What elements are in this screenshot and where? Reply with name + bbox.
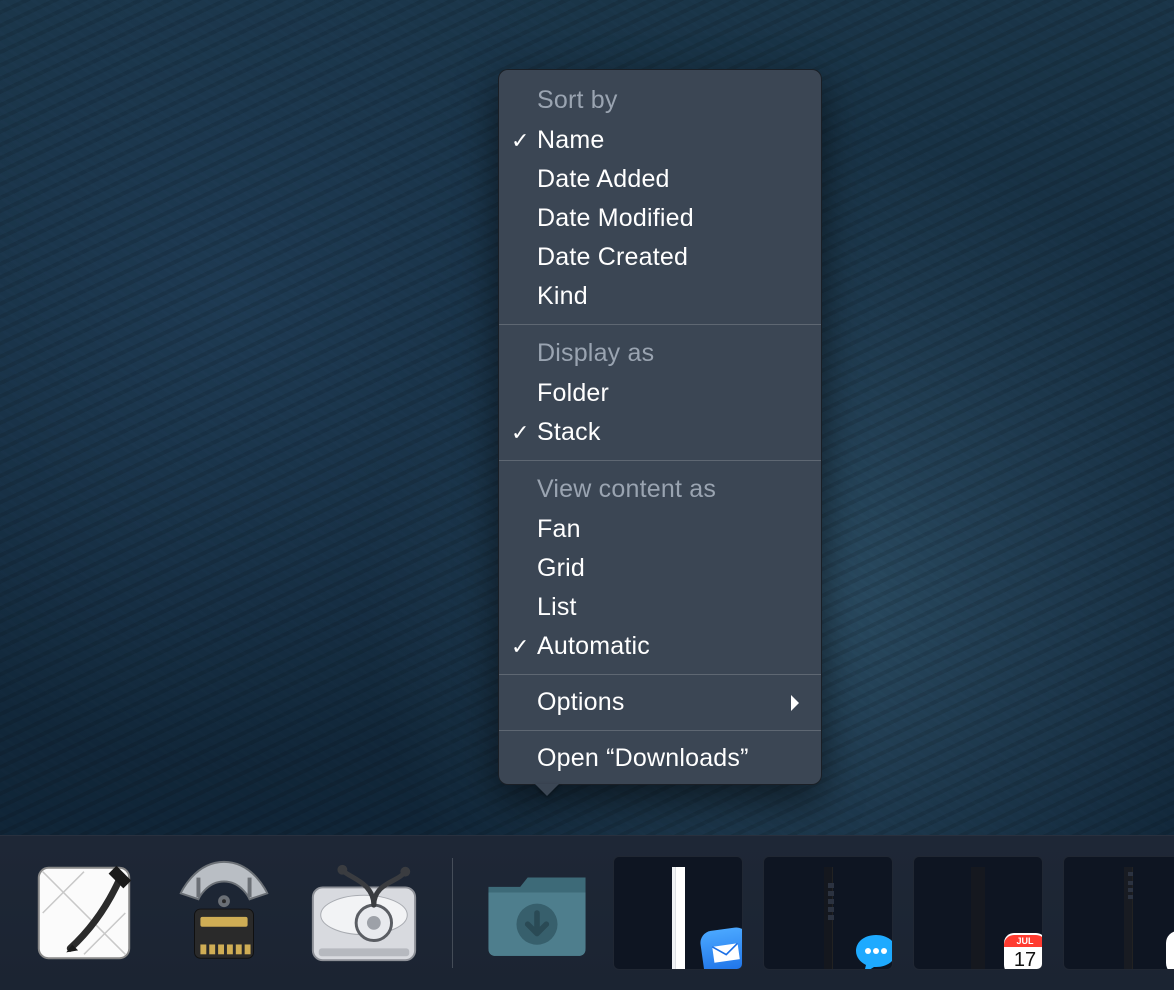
menu-item-view-automatic[interactable]: ✓ Automatic bbox=[499, 627, 821, 666]
menu-item-label: Automatic bbox=[537, 632, 650, 660]
checkmark-icon: ✓ bbox=[511, 420, 530, 446]
menu-header-view-content-as: View content as bbox=[499, 469, 821, 510]
menu-item-label: Open “Downloads” bbox=[537, 744, 749, 772]
messages-app-badge-icon bbox=[852, 929, 893, 970]
menu-separator bbox=[499, 674, 821, 675]
menu-item-label: Grid bbox=[537, 554, 585, 582]
menu-header-sort-by: Sort by bbox=[499, 80, 821, 121]
checkmark-icon: ✓ bbox=[511, 128, 530, 154]
dock-minimized-window-slack[interactable] bbox=[1063, 856, 1174, 970]
menu-item-label: Stack bbox=[537, 418, 601, 446]
menu-item-view-fan[interactable]: Fan bbox=[499, 510, 821, 549]
dock-downloads-folder[interactable] bbox=[481, 865, 593, 961]
window-body bbox=[971, 867, 985, 969]
dock-folder-context-menu: Sort by ✓ Name Date Added Date Modified … bbox=[498, 69, 822, 785]
menu-item-label: Kind bbox=[537, 282, 588, 310]
menu-header-display-as: Display as bbox=[499, 333, 821, 374]
menu-separator bbox=[499, 324, 821, 325]
menu-item-view-grid[interactable]: Grid bbox=[499, 549, 821, 588]
dock-minimized-window-messages[interactable] bbox=[763, 856, 893, 970]
slack-app-badge-icon bbox=[1166, 931, 1174, 970]
menu-item-label: List bbox=[537, 593, 577, 621]
window-body bbox=[672, 867, 685, 969]
menu-separator bbox=[499, 730, 821, 731]
menu-item-open-downloads[interactable]: Open “Downloads” bbox=[499, 739, 821, 778]
window-body bbox=[1124, 867, 1133, 969]
mail-app-badge-icon bbox=[699, 926, 743, 970]
dock: JUL 17 bbox=[0, 835, 1174, 990]
menu-item-sort-date-added[interactable]: Date Added bbox=[499, 160, 821, 199]
menu-item-label: Options bbox=[537, 688, 625, 716]
checkmark-icon: ✓ bbox=[511, 634, 530, 660]
dock-divider bbox=[452, 858, 453, 968]
menu-item-label: Date Modified bbox=[537, 204, 694, 232]
menu-item-sort-name[interactable]: ✓ Name bbox=[499, 121, 821, 160]
system-information-icon bbox=[165, 854, 283, 972]
dock-minimized-window-mail[interactable] bbox=[613, 856, 743, 970]
calendar-badge-day: 17 bbox=[1014, 947, 1036, 970]
calendar-app-badge-icon: JUL 17 bbox=[1004, 933, 1043, 970]
menu-item-label: Date Created bbox=[537, 243, 688, 271]
downloads-folder-icon bbox=[481, 865, 593, 961]
menu-item-sort-date-modified[interactable]: Date Modified bbox=[499, 199, 821, 238]
menu-item-label: Date Added bbox=[537, 165, 670, 193]
menu-item-label: Folder bbox=[537, 379, 609, 407]
calendar-badge-month: JUL bbox=[1004, 935, 1043, 947]
menu-item-view-list[interactable]: List bbox=[499, 588, 821, 627]
menu-item-display-stack[interactable]: ✓ Stack bbox=[499, 413, 821, 452]
dock-app-script-editor[interactable] bbox=[24, 853, 144, 973]
menu-item-label: Fan bbox=[537, 515, 581, 543]
menu-separator bbox=[499, 460, 821, 461]
script-editor-icon bbox=[25, 854, 143, 972]
menu-item-sort-date-created[interactable]: Date Created bbox=[499, 238, 821, 277]
window-body bbox=[824, 867, 833, 969]
disk-utility-icon bbox=[305, 854, 423, 972]
dock-app-system-information[interactable] bbox=[164, 853, 284, 973]
menu-item-options[interactable]: Options bbox=[499, 683, 821, 722]
menu-item-display-folder[interactable]: Folder bbox=[499, 374, 821, 413]
dock-minimized-window-calendar[interactable]: JUL 17 bbox=[913, 856, 1043, 970]
menu-item-sort-kind[interactable]: Kind bbox=[499, 277, 821, 316]
menu-item-label: Name bbox=[537, 126, 605, 154]
dock-app-disk-utility[interactable] bbox=[304, 853, 424, 973]
